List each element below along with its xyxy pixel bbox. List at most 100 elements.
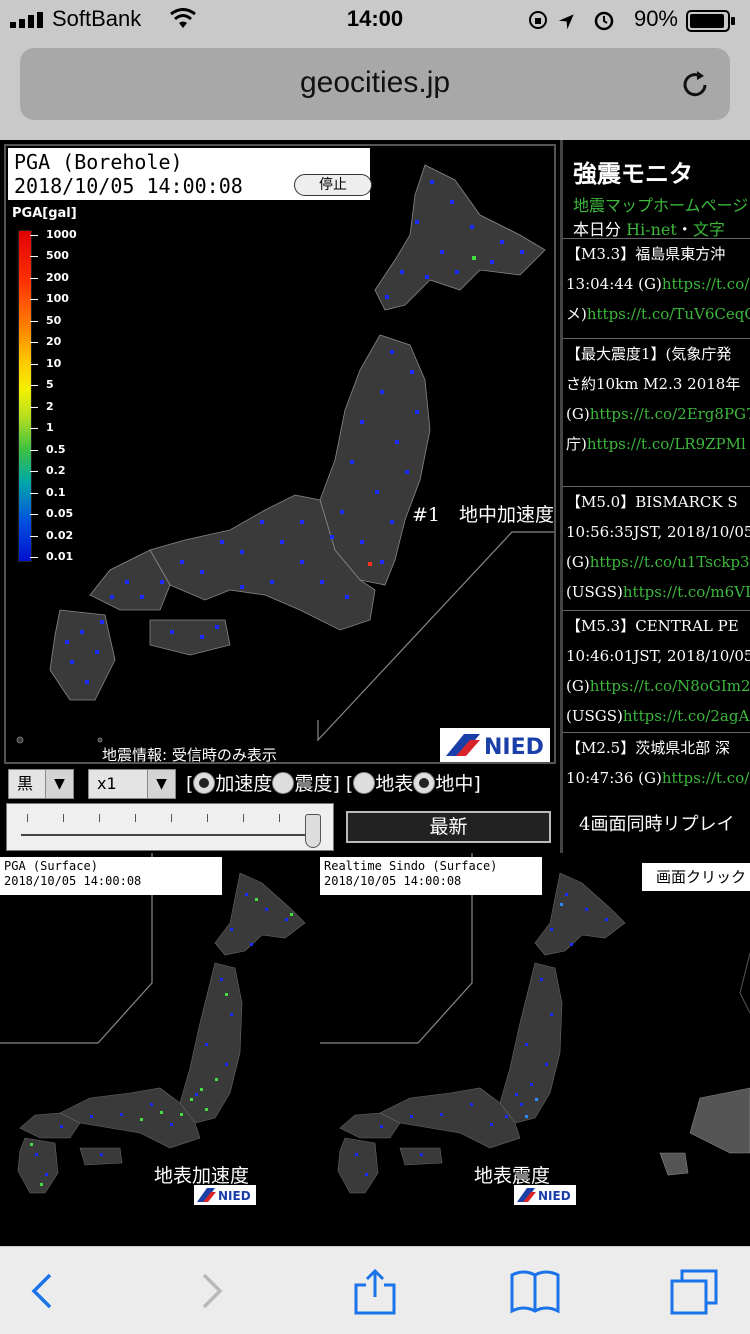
surface-pga-info: PGA (Surface) 2018/10/05 14:00:08 — [0, 857, 222, 895]
stop-button[interactable]: 停止 — [294, 174, 372, 196]
svg-text:NIED: NIED — [484, 735, 544, 760]
radio-acceleration-label: 加速度 — [215, 773, 273, 795]
bracket: [ — [186, 773, 194, 795]
scale-tick: 0.05 — [29, 507, 73, 521]
background-color-select[interactable]: 黒 ▼ — [8, 769, 74, 799]
tabs-icon[interactable] — [668, 1267, 722, 1315]
scale-tick: 1 — [30, 421, 54, 435]
playback-controls: 黒 ▼ x1 ▼ [加速度 震度] [地表 地中] 最新 — [0, 765, 560, 853]
surface-pga-title: PGA (Surface) — [4, 859, 98, 873]
text-link[interactable]: 文字 — [693, 220, 725, 239]
news-line: 10:47:36 (G)https://t.co/5 — [563, 763, 750, 793]
nied-logo: NIED — [514, 1185, 576, 1205]
news-line: (G)https://t.co/u1Tsckp3y — [563, 547, 750, 577]
borehole-accel-label: #1 地中加速度 — [412, 504, 555, 526]
eq-info-note: 地震情報: 受信時のみ表示 — [102, 746, 277, 764]
surface-intensity-map[interactable]: Realtime Sindo (Surface) 2018/10/05 14:0… — [320, 853, 640, 1246]
nied-logo-mark: NIED — [197, 1188, 251, 1203]
news-line: さ約10km M2.3 2018年 — [566, 375, 741, 393]
news-item[interactable]: 【M3.3】福島県東方沖 13:04:44 (G)https://t.co/7 … — [563, 238, 750, 329]
borehole-pga-map[interactable]: PGA (Borehole) 2018/10/05 14:00:08 停止 PG… — [0, 140, 560, 765]
address-bar[interactable]: geocities.jp — [20, 48, 730, 120]
speed-select[interactable]: x1 ▼ — [88, 769, 176, 799]
news-line: 13:04:44 (G)https://t.co/7 — [563, 269, 750, 299]
today-label: 本日分 — [573, 220, 622, 239]
slider-track — [21, 834, 317, 836]
news-line: (G)https://t.co/N8oGIm2 — [566, 677, 750, 695]
news-side-panel: 強震モニタ 地震マップホームページ 本日分 Hi-net・文字 【M3.3】福島… — [560, 140, 750, 853]
surface-pga-map[interactable]: PGA (Surface) 2018/10/05 14:00:08 地表加速度 … — [0, 853, 320, 1246]
reload-icon[interactable] — [678, 68, 712, 102]
map-timestamp: 2018/10/05 14:00:08 — [14, 174, 243, 198]
scale-tick: 500 — [30, 249, 69, 263]
news-line: メ)https://t.co/TuV6CeqC — [563, 299, 750, 329]
scale-tick: 100 — [30, 292, 69, 306]
nied-logo-mark: NIED — [517, 1188, 571, 1203]
latest-button[interactable]: 最新 — [346, 811, 551, 843]
battery-percent: 90% — [633, 6, 678, 31]
news-item[interactable]: 【M2.5】茨城県北部 深 10:47:36 (G)https://t.co/5 — [563, 732, 750, 793]
news-link[interactable]: https://t.co/7 — [662, 275, 750, 293]
scale-tick: 0.02 — [29, 529, 73, 543]
radio-acceleration[interactable] — [193, 772, 216, 794]
mode-radio-group: [加速度 震度] [地表 地中] — [186, 769, 481, 796]
news-line: 10:46:01JST, 2018/10/05 — [566, 647, 750, 665]
japan-map-partial — [659, 952, 750, 1176]
surface-accel-label: 地表加速度 — [154, 1165, 250, 1187]
color-scale-bar — [18, 230, 32, 562]
nied-logo: NIED — [194, 1185, 256, 1205]
legend-title: PGA[gal] — [12, 206, 77, 221]
scale-tick: 5 — [30, 378, 54, 392]
back-icon[interactable] — [16, 1267, 70, 1315]
news-line: (USGS)https://t.co/m6VI — [566, 583, 750, 601]
bottom-maps: PGA (Surface) 2018/10/05 14:00:08 地表加速度 … — [0, 853, 750, 1246]
news-link[interactable]: https://t.co/TuV6CeqC — [587, 305, 750, 323]
nied-logo: NIED — [440, 728, 550, 762]
scale-tick: 0.01 — [29, 550, 73, 564]
separator: ・ — [676, 220, 693, 239]
four-screen-replay-link[interactable]: 4画面同時リプレイ — [579, 810, 734, 836]
news-link[interactable]: https://t.co/u1Tsckp3y — [590, 553, 750, 571]
hinet-link[interactable]: Hi-net — [626, 220, 677, 239]
forward-icon[interactable] — [184, 1267, 238, 1315]
radio-intensity[interactable] — [272, 772, 295, 794]
surface-intensity-timestamp: 2018/10/05 14:00:08 — [324, 874, 462, 888]
status-bar: SoftBank 14:00 90% — [0, 0, 750, 40]
map-title: PGA (Borehole) — [14, 150, 183, 174]
news-link[interactable]: https://t.co/2Erg8PG7 — [590, 405, 750, 423]
share-icon[interactable] — [348, 1267, 402, 1315]
nied-logo-mark: NIED — [446, 734, 544, 760]
news-link[interactable]: https://t.co/LR9ZPMl — [587, 435, 746, 453]
scale-tick: 0.2 — [30, 464, 66, 478]
radio-surface-label: 地表 — [375, 773, 414, 795]
color-scale-ticks: 1000 500 200 100 50 20 10 5 2 1 0.5 0.2 … — [29, 228, 94, 570]
time-slider[interactable] — [6, 803, 334, 851]
news-link[interactable]: https://t.co/N8oGIm2 — [590, 677, 750, 695]
news-item[interactable]: 【M5.3】CENTRAL PE 10:46:01JST, 2018/10/05… — [563, 610, 750, 731]
news-item[interactable]: 【M5.0】BISMARCK S 10:56:35JST, 2018/10/05… — [563, 486, 750, 607]
bookmarks-icon[interactable] — [508, 1267, 562, 1315]
url-text[interactable]: geocities.jp — [20, 66, 730, 100]
browser-toolbar — [0, 1246, 750, 1334]
scale-tick: 20 — [29, 335, 61, 349]
today-links: 本日分 Hi-net・文字 — [573, 216, 725, 240]
scale-tick: 200 — [30, 271, 69, 285]
news-item[interactable]: 【最大震度1】(気象庁発 さ約10km M2.3 2018年 (G)https:… — [563, 338, 750, 459]
svg-text:NIED: NIED — [218, 1189, 251, 1203]
radio-surface[interactable] — [353, 772, 376, 794]
svg-text:NIED: NIED — [538, 1189, 571, 1203]
news-link[interactable]: https://t.co/5 — [662, 769, 750, 787]
news-link[interactable]: https://t.co/2agA — [623, 707, 749, 725]
scale-tick: 50 — [29, 314, 61, 328]
replay-map-partial[interactable]: 画面クリック — [640, 853, 750, 1246]
surface-intensity-info: Realtime Sindo (Surface) 2018/10/05 14:0… — [320, 857, 542, 895]
scale-tick: 10 — [29, 357, 61, 371]
click-screen-hint[interactable]: 画面クリック — [642, 863, 750, 891]
speed-value: x1 — [97, 774, 117, 793]
radio-borehole-label: 地中] — [435, 773, 481, 795]
slider-handle[interactable] — [305, 814, 321, 848]
home-page-link[interactable]: 地震マップホームページ — [573, 192, 748, 216]
news-line: 【M5.3】CENTRAL PE — [566, 617, 739, 635]
radio-borehole[interactable] — [413, 772, 436, 794]
news-link[interactable]: https://t.co/m6VI — [623, 583, 750, 601]
